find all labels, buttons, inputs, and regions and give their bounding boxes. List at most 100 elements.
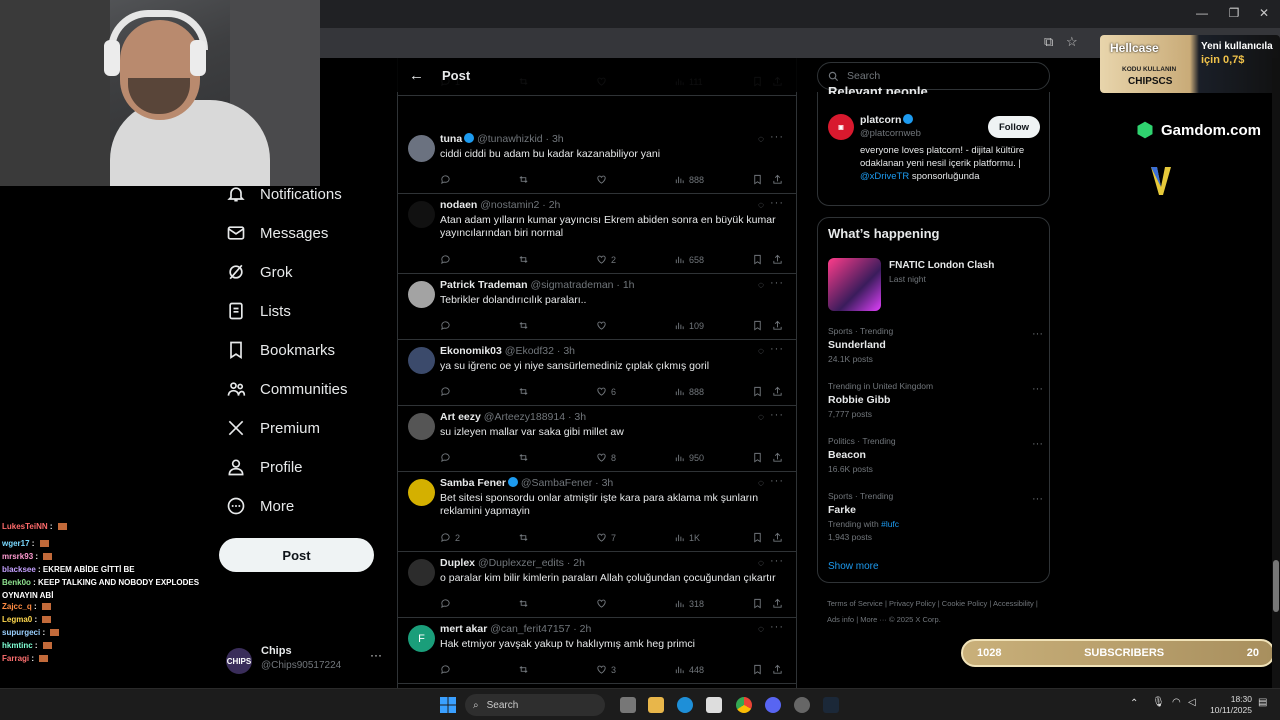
share-button[interactable] — [772, 532, 783, 543]
bio-link[interactable]: @xDriveTR — [860, 171, 909, 182]
more-dots-icon[interactable]: ··· — [770, 197, 784, 209]
reply-button[interactable] — [440, 598, 455, 609]
views-button[interactable]: 1K — [674, 532, 700, 543]
wifi-icon[interactable]: ◠ — [1172, 697, 1181, 708]
views-button[interactable]: 109 — [674, 320, 704, 331]
task-view-icon[interactable] — [620, 697, 636, 713]
reply-button[interactable] — [440, 254, 455, 265]
tweet-author[interactable]: tuna — [440, 133, 462, 145]
more-dots-icon[interactable]: ··· — [770, 343, 784, 355]
nav-bookmarks[interactable]: Bookmarks — [226, 340, 335, 360]
grok-icon[interactable]: ◌ — [758, 558, 764, 569]
follow-button[interactable]: Follow — [988, 116, 1040, 138]
edge-icon[interactable] — [677, 697, 693, 713]
back-arrow-icon[interactable]: ← — [409, 67, 424, 84]
views-button[interactable]: 888 — [674, 174, 704, 185]
nav-more[interactable]: More — [226, 496, 294, 516]
reply-button[interactable] — [440, 452, 455, 463]
avatar[interactable] — [408, 347, 435, 374]
show-more-link[interactable]: Show more — [828, 561, 879, 572]
more-dots-icon[interactable]: ··· — [1032, 493, 1043, 505]
more-dots-icon[interactable]: ··· — [770, 131, 784, 143]
retweet-button[interactable] — [518, 174, 533, 185]
steam-icon[interactable] — [823, 697, 839, 713]
avatar[interactable] — [408, 135, 435, 162]
like-button[interactable]: 3 — [596, 664, 616, 675]
tweet-author[interactable]: Ekonomik03 — [440, 345, 502, 357]
like-button[interactable]: 2 — [596, 254, 616, 265]
tweet-author[interactable]: nodaen — [440, 199, 477, 211]
scrollbar-thumb[interactable] — [1273, 560, 1279, 612]
avatar[interactable] — [408, 413, 435, 440]
windows-start-icon[interactable] — [440, 697, 456, 713]
footer-link[interactable]: More ··· — [860, 615, 887, 624]
person-name[interactable]: platcorn — [860, 114, 914, 126]
retweet-button[interactable] — [518, 452, 533, 463]
tweet[interactable]: Duplex @Duplexzer_edits · 2h ◌ ··· o parala… — [398, 552, 796, 618]
trend-item[interactable]: Trending in United Kingdom Robbie Gibb 7,… — [828, 381, 1043, 419]
bookmark-button[interactable] — [752, 320, 763, 331]
more-dots-icon[interactable]: ··· — [770, 409, 784, 421]
share-button[interactable] — [772, 598, 783, 609]
like-button[interactable]: 8 — [596, 452, 616, 463]
avatar[interactable]: F — [408, 625, 435, 652]
trend-item[interactable]: Sports · Trending Sunderland 24.1K posts … — [828, 326, 1043, 364]
maximize-button[interactable]: ❐ — [1224, 6, 1244, 20]
like-button[interactable]: 6 — [596, 386, 616, 397]
tweet-author[interactable]: Patrick Trademan — [440, 279, 528, 291]
bookmark-button[interactable] — [752, 664, 763, 675]
trend-item[interactable]: Politics · Trending Beacon 16.6K posts ··… — [828, 436, 1043, 474]
post-button[interactable]: Post — [219, 538, 374, 572]
tweet-author[interactable]: Art eezy — [440, 411, 481, 423]
retweet-button[interactable] — [518, 320, 533, 331]
tweet-author[interactable]: Duplex — [440, 557, 475, 569]
event-name[interactable]: FNATIC London Clash — [889, 260, 994, 271]
trend-hashtag[interactable]: #lufc — [881, 519, 899, 529]
more-dots-icon[interactable]: ··· — [1032, 438, 1043, 450]
share-button[interactable] — [772, 254, 783, 265]
grok-icon[interactable]: ◌ — [758, 134, 764, 145]
views-button[interactable]: 448 — [674, 664, 704, 675]
tweet[interactable]: Ekonomik03 @Ekodf32 · 3h ◌ ··· ya su iğrenc… — [398, 340, 796, 406]
retweet-button[interactable] — [518, 664, 533, 675]
bookmark-button[interactable] — [752, 174, 763, 185]
like-button[interactable] — [596, 174, 611, 185]
tweet[interactable]: Patrick Trademan @sigmatrademan · 1h ◌ ···… — [398, 274, 796, 340]
install-app-icon[interactable]: ⧉ — [1044, 34, 1053, 50]
bookmark-button[interactable] — [752, 254, 763, 265]
tweet[interactable]: tuna @tunawhizkid · 3h ◌ ··· ciddi ciddi bu… — [398, 128, 796, 194]
nav-notifications[interactable]: Notifications — [226, 184, 342, 204]
more-dots-icon[interactable]: ··· — [770, 277, 784, 289]
tweet[interactable]: Samba Fener @SambaFener · 3h ◌ ··· Bet site… — [398, 472, 796, 552]
close-button[interactable]: ✕ — [1254, 6, 1274, 20]
more-dots-icon[interactable]: ··· — [1032, 383, 1043, 395]
nav-communities[interactable]: Communities — [226, 379, 348, 399]
grok-icon[interactable]: ◌ — [758, 412, 764, 423]
grok-icon[interactable]: ◌ — [758, 346, 764, 357]
retweet-button[interactable] — [518, 598, 533, 609]
notification-icon[interactable]: ▤ — [1258, 697, 1267, 708]
footer-link[interactable]: Accessibility — [993, 599, 1034, 608]
reply-button[interactable] — [440, 320, 455, 331]
avatar[interactable] — [408, 479, 435, 506]
bookmark-star-icon[interactable]: ☆ — [1066, 34, 1078, 50]
like-button[interactable] — [596, 320, 611, 331]
tweet-author[interactable]: Samba Fener — [440, 477, 506, 489]
account-switcher[interactable]: CHIPS Chips @Chips90517224 ··· — [226, 642, 386, 676]
tweet-author[interactable]: mert akar — [440, 623, 487, 635]
nav-grok[interactable]: Grok — [226, 262, 293, 282]
tweet[interactable]: Art eezy @Arteezy188914 · 3h ◌ ··· su izley… — [398, 406, 796, 472]
reply-button[interactable] — [440, 386, 455, 397]
nav-lists[interactable]: Lists — [226, 301, 291, 321]
more-dots-icon[interactable]: ··· — [770, 475, 784, 487]
reply-button[interactable] — [440, 174, 455, 185]
grok-icon[interactable]: ◌ — [758, 624, 764, 635]
share-button[interactable] — [772, 174, 783, 185]
volume-icon[interactable]: ◁ — [1188, 697, 1196, 708]
bookmark-button[interactable] — [752, 598, 763, 609]
tweet[interactable]: Fmert akar @can_ferit47157 · 2h ◌ ··· Hak e… — [398, 618, 796, 684]
microphone-icon[interactable]: 🎙 — [1152, 697, 1165, 708]
grok-icon[interactable]: ◌ — [758, 200, 764, 211]
like-button[interactable] — [596, 598, 611, 609]
obs-icon[interactable] — [794, 697, 810, 713]
